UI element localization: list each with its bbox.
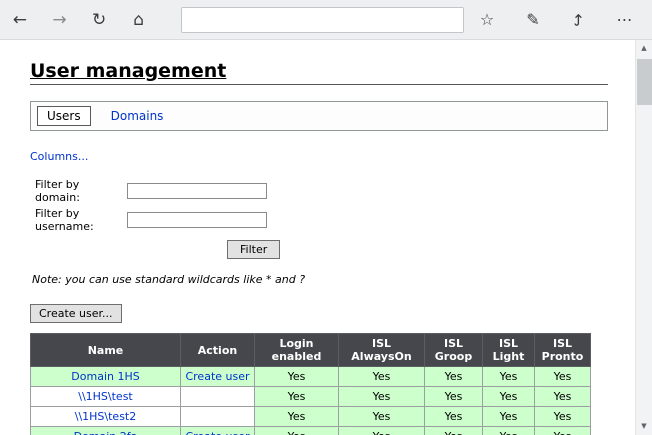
filter-form: Filter by domain: Filter by username: Fi…: [30, 178, 608, 259]
header-row: NameActionLogin enabledISL AlwaysOnISL G…: [31, 334, 591, 367]
vertical-scrollbar[interactable]: ▲ ▼: [635, 40, 652, 435]
value-cell: Yes: [425, 427, 483, 435]
page-title: User management: [30, 60, 608, 82]
scroll-down-icon[interactable]: ▼: [636, 418, 652, 435]
name-cell: Domain 2fa: [31, 427, 181, 435]
value-cell: Yes: [255, 407, 339, 427]
back-icon[interactable]: ←: [0, 0, 40, 40]
name-cell: \\1HS\test: [31, 387, 181, 407]
name-cell: Domain 1HS: [31, 367, 181, 387]
user-link[interactable]: \\1HS\test2: [75, 410, 137, 423]
value-cell: Yes: [425, 367, 483, 387]
browser-toolbar: ← → ↻ ⌂ ☆ ✎ ↪ ⋯: [0, 0, 652, 40]
table-row: \\1HS\testYesYesYesYesYes: [31, 387, 591, 407]
create-user-button[interactable]: Create user...: [30, 304, 122, 323]
column-header: Login enabled: [255, 334, 339, 367]
table-row: Domain 1HSCreate userYesYesYesYesYes: [31, 367, 591, 387]
value-cell: Yes: [339, 407, 425, 427]
column-header: ISL Pronto: [535, 334, 591, 367]
value-cell: Yes: [535, 367, 591, 387]
forward-icon[interactable]: →: [40, 0, 80, 40]
value-cell: Yes: [483, 387, 535, 407]
filter-username-input[interactable]: [127, 212, 267, 228]
share-glyph: ↪: [559, 13, 599, 26]
tab-bar: Users Domains: [30, 101, 608, 131]
filter-button[interactable]: Filter: [227, 240, 280, 259]
user-table-body: Domain 1HSCreate userYesYesYesYesYes\\1H…: [31, 367, 591, 435]
page-body: ▲ ▼ User management UsersDomains Columns…: [0, 40, 652, 435]
filter-username-row: Filter by username:: [30, 207, 608, 233]
filter-domain-input[interactable]: [127, 183, 267, 199]
create-user-link[interactable]: Create user: [185, 430, 249, 435]
value-cell: Yes: [255, 387, 339, 407]
action-cell: [181, 407, 255, 427]
title-divider: [30, 84, 608, 85]
value-cell: Yes: [255, 427, 339, 435]
columns-link[interactable]: Columns...: [30, 150, 88, 163]
create-user-link[interactable]: Create user: [185, 370, 249, 383]
column-header: Action: [181, 334, 255, 367]
page-content: User management UsersDomains Columns... …: [0, 40, 652, 435]
user-link[interactable]: \\1HS\test: [78, 390, 133, 403]
filter-button-row: Filter: [227, 238, 608, 259]
user-table: NameActionLogin enabledISL AlwaysOnISL G…: [30, 333, 591, 435]
action-cell: [181, 387, 255, 407]
wildcards-note: Note: you can use standard wildcards lik…: [32, 273, 608, 286]
value-cell: Yes: [339, 427, 425, 435]
share-icon[interactable]: ↪: [556, 0, 602, 40]
tab-domains[interactable]: Domains: [107, 107, 168, 125]
hub-favorites-icon[interactable]: ☆: [464, 0, 510, 40]
value-cell: Yes: [535, 407, 591, 427]
value-cell: Yes: [425, 407, 483, 427]
value-cell: Yes: [483, 427, 535, 435]
column-header: Name: [31, 334, 181, 367]
web-note-pen-icon[interactable]: ✎: [510, 0, 556, 40]
address-bar[interactable]: [181, 7, 465, 33]
domain-link[interactable]: Domain 1HS: [71, 370, 139, 383]
value-cell: Yes: [483, 367, 535, 387]
column-header: ISL Groop: [425, 334, 483, 367]
scrollbar-thumb[interactable]: [637, 59, 652, 105]
tab-users[interactable]: Users: [37, 106, 91, 126]
filter-domain-label: Filter by domain:: [35, 178, 127, 204]
value-cell: Yes: [535, 427, 591, 435]
value-cell: Yes: [339, 387, 425, 407]
column-header: ISL AlwaysOn: [339, 334, 425, 367]
domain-link[interactable]: Domain 2fa: [74, 430, 138, 435]
value-cell: Yes: [255, 367, 339, 387]
home-icon[interactable]: ⌂: [119, 0, 159, 40]
scroll-up-icon[interactable]: ▲: [636, 40, 652, 57]
table-row: \\1HS\test2YesYesYesYesYes: [31, 407, 591, 427]
name-cell: \\1HS\test2: [31, 407, 181, 427]
filter-username-label: Filter by username:: [35, 207, 127, 233]
value-cell: Yes: [425, 387, 483, 407]
table-row: Domain 2faCreate userYesYesYesYesYes: [31, 427, 591, 435]
action-cell: Create user: [181, 427, 255, 435]
column-header: ISL Light: [483, 334, 535, 367]
action-cell: Create user: [181, 367, 255, 387]
value-cell: Yes: [339, 367, 425, 387]
filter-domain-row: Filter by domain:: [30, 178, 608, 204]
refresh-icon[interactable]: ↻: [79, 0, 119, 40]
value-cell: Yes: [483, 407, 535, 427]
more-menu-icon[interactable]: ⋯: [602, 0, 648, 40]
value-cell: Yes: [535, 387, 591, 407]
